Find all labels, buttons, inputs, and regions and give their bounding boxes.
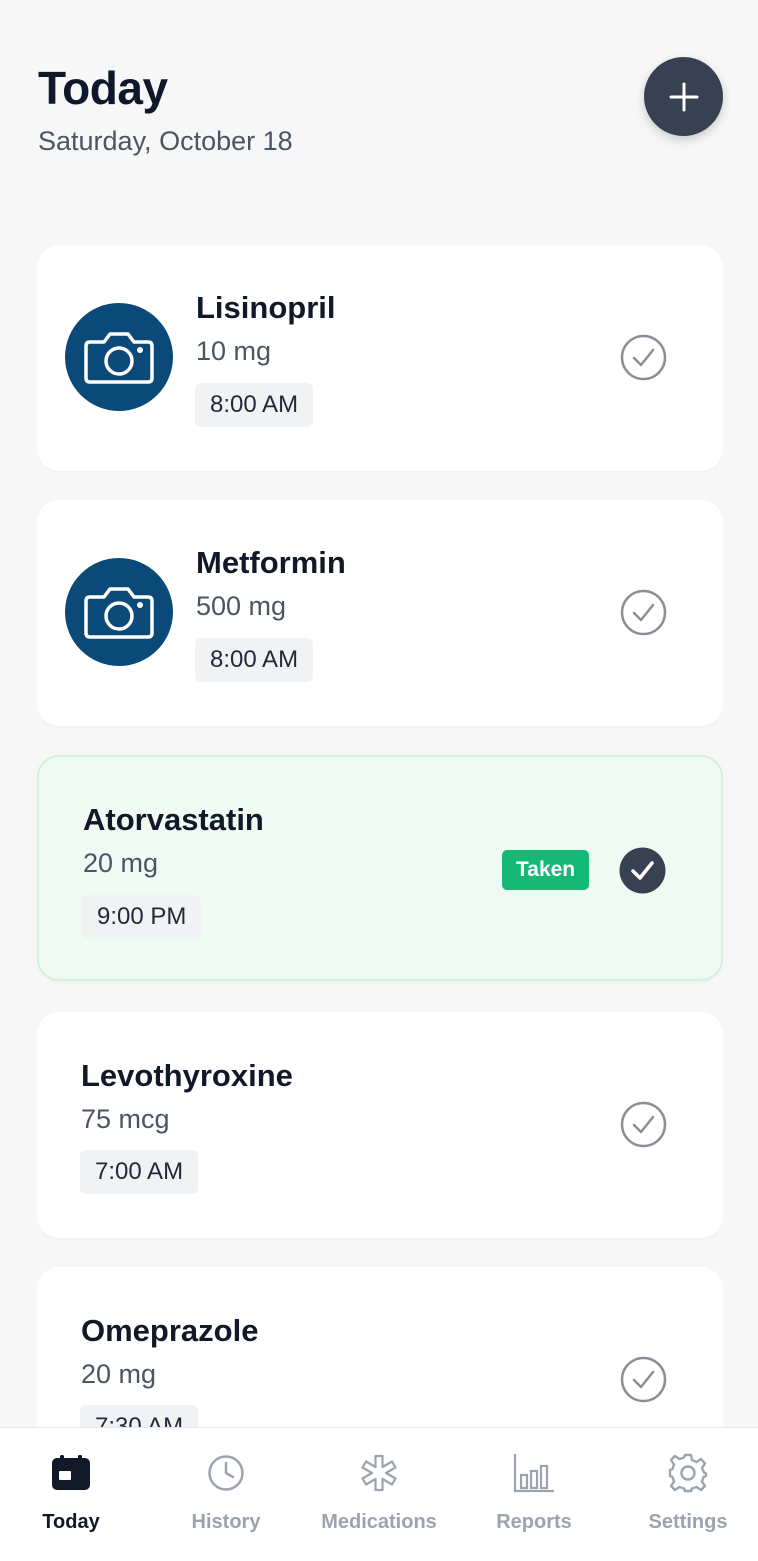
medication-card[interactable]: Omeprazole 20 mg 7:30 AM [37,1267,723,1427]
check-circle-icon [620,1101,667,1148]
medication-dose: 20 mg [83,848,159,878]
check-circle-icon [620,589,667,636]
mark-taken-button[interactable] [619,847,666,894]
medication-name: Levothyroxine [81,1058,293,1093]
page-header: Today Saturday, October 18 [38,60,293,157]
tab-label: Settings [648,1511,728,1533]
tab-settings[interactable]: Settings [612,1428,758,1561]
medication-card[interactable]: Levothyroxine 75 mcg 7:00 AM [37,1012,723,1238]
medication-time: 7:00 AM [80,1150,199,1194]
medication-name: Atorvastatin [83,802,264,837]
medication-card[interactable]: Lisinopril 10 mg 8:00 AM [37,245,723,471]
add-medication-button[interactable] [644,57,723,136]
taken-badge: Taken [502,850,590,890]
tab-today[interactable]: Today [0,1428,147,1561]
check-circle-icon [620,334,667,381]
medication-time: 7:30 AM [80,1405,199,1427]
tab-medications[interactable]: Medications [303,1428,455,1561]
medical-asterisk-icon [361,1454,397,1492]
medication-card[interactable]: Metformin 500 mg 8:00 AM [37,500,723,726]
medication-time: 8:00 AM [195,383,314,427]
page-title: Today [38,62,168,114]
mark-taken-button[interactable] [620,1101,667,1148]
medication-dose: 75 mcg [81,1104,170,1134]
tab-label: Medications [321,1511,437,1533]
add-photo-button[interactable] [65,303,173,411]
medication-dose: 500 mg [196,591,287,621]
camera-icon [84,332,154,384]
medication-name: Omeprazole [81,1313,259,1348]
medication-name: Metformin [196,545,346,580]
tab-history[interactable]: History [150,1428,302,1561]
gear-icon [668,1453,708,1493]
tab-label: Today [42,1511,100,1533]
calendar-icon [52,1455,90,1490]
add-photo-button[interactable] [65,558,173,666]
tab-label: Reports [496,1511,572,1533]
mark-taken-button[interactable] [620,334,667,381]
page-date: Saturday, October 18 [38,126,293,156]
medication-dose: 20 mg [81,1359,157,1389]
medication-list: Lisinopril 10 mg 8:00 AM Metformin 500 m… [37,245,723,1427]
medication-card-taken[interactable]: Atorvastatin 20 mg 9:00 PM Taken [37,755,723,981]
tab-reports[interactable]: Reports [458,1428,610,1561]
medication-time: 8:00 AM [195,638,314,682]
plus-icon [669,82,698,111]
tab-label: History [191,1511,261,1533]
medication-name: Lisinopril [196,290,336,325]
medication-dose: 10 mg [196,336,272,366]
mark-taken-button[interactable] [620,589,667,636]
check-circle-filled-icon [619,847,666,894]
medication-time: 9:00 PM [82,895,202,939]
mark-taken-button[interactable] [620,1356,667,1403]
clock-icon [208,1455,244,1491]
check-circle-icon [620,1356,667,1403]
bar-chart-icon [513,1454,554,1493]
bottom-tab-bar: Today History Medications Reports Settin… [0,1427,758,1561]
camera-icon [84,587,154,639]
